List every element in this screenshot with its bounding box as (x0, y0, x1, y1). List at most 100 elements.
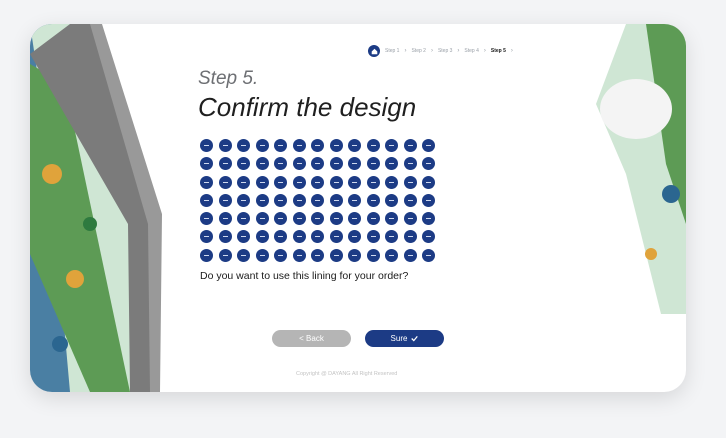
lining-swatch[interactable] (348, 139, 361, 152)
lining-swatch[interactable] (348, 175, 361, 189)
lining-swatch[interactable] (200, 193, 213, 207)
lining-swatch[interactable] (348, 248, 361, 262)
lining-swatch[interactable] (366, 139, 380, 152)
lining-swatch[interactable] (237, 230, 250, 244)
lining-swatch[interactable] (329, 193, 343, 207)
lining-swatch[interactable] (366, 175, 380, 189)
lining-swatch[interactable] (348, 230, 361, 244)
stepper-step-1: Step 1 (385, 48, 400, 54)
lining-swatch[interactable] (255, 212, 269, 226)
lining-swatch[interactable] (200, 139, 213, 152)
chevron-right-icon: › (483, 48, 486, 54)
lining-swatch[interactable] (274, 248, 287, 262)
lining-swatch[interactable] (403, 212, 417, 226)
lining-swatch[interactable] (218, 193, 232, 207)
lining-swatch[interactable] (403, 175, 417, 189)
lining-swatch[interactable] (366, 212, 380, 226)
lining-swatch[interactable] (311, 193, 324, 207)
lining-swatch[interactable] (311, 139, 324, 152)
lining-swatch[interactable] (292, 212, 306, 226)
sure-button[interactable]: Sure (365, 330, 444, 347)
lining-swatch[interactable] (422, 212, 435, 226)
lining-swatch[interactable] (385, 212, 398, 226)
home-icon[interactable] (368, 45, 380, 57)
lining-swatch[interactable] (348, 212, 361, 226)
lining-swatch[interactable] (218, 212, 232, 226)
lining-swatch[interactable] (366, 230, 380, 244)
step-progress: Step 1 › Step 2 › Step 3 › Step 4 › Step… (368, 44, 513, 58)
lining-swatch[interactable] (292, 248, 306, 262)
lining-swatch[interactable] (366, 248, 380, 262)
lining-swatch[interactable] (237, 193, 250, 207)
lining-swatch[interactable] (329, 157, 343, 171)
lining-swatch[interactable] (292, 193, 306, 207)
lining-swatch[interactable] (385, 230, 398, 244)
lining-swatch[interactable] (403, 230, 417, 244)
lining-swatch[interactable] (292, 139, 306, 152)
lining-swatch[interactable] (200, 212, 213, 226)
lining-swatch[interactable] (292, 175, 306, 189)
lining-swatch[interactable] (237, 212, 250, 226)
lining-swatch[interactable] (403, 248, 417, 262)
lining-swatch[interactable] (348, 157, 361, 171)
lining-swatch[interactable] (385, 157, 398, 171)
lining-swatch[interactable] (329, 212, 343, 226)
lining-swatch[interactable] (329, 248, 343, 262)
lining-swatch[interactable] (311, 212, 324, 226)
lining-swatch[interactable] (255, 230, 269, 244)
lining-swatch[interactable] (237, 175, 250, 189)
lining-swatch[interactable] (422, 248, 435, 262)
lining-swatch[interactable] (366, 157, 380, 171)
lining-swatch[interactable] (237, 139, 250, 152)
lining-swatch[interactable] (218, 175, 232, 189)
lining-swatch[interactable] (385, 175, 398, 189)
lining-swatch[interactable] (274, 193, 287, 207)
back-button[interactable]: < Back (272, 330, 351, 347)
lining-swatch[interactable] (311, 175, 324, 189)
lining-swatch[interactable] (255, 193, 269, 207)
lining-swatch[interactable] (366, 193, 380, 207)
page-title: Confirm the design (198, 92, 417, 122)
lining-swatch[interactable] (422, 193, 435, 207)
lining-swatch[interactable] (218, 139, 232, 152)
lining-swatch[interactable] (385, 139, 398, 152)
lining-swatch[interactable] (237, 157, 250, 171)
lining-question: Do you want to use this lining for your … (200, 270, 409, 282)
lining-swatch[interactable] (292, 230, 306, 244)
lining-swatch[interactable] (200, 157, 213, 171)
lining-swatch[interactable] (348, 193, 361, 207)
lining-swatch[interactable] (422, 230, 435, 244)
lining-swatch[interactable] (403, 139, 417, 152)
lining-swatch[interactable] (200, 248, 213, 262)
lining-swatch[interactable] (311, 157, 324, 171)
lining-swatch[interactable] (274, 157, 287, 171)
lining-swatch[interactable] (329, 175, 343, 189)
lining-swatch[interactable] (274, 175, 287, 189)
lining-swatch[interactable] (200, 175, 213, 189)
lining-swatch[interactable] (385, 248, 398, 262)
lining-swatch[interactable] (329, 139, 343, 152)
lining-swatch[interactable] (274, 230, 287, 244)
lining-swatch[interactable] (218, 248, 232, 262)
lining-swatch[interactable] (403, 193, 417, 207)
lining-swatch[interactable] (422, 175, 435, 189)
lining-swatch[interactable] (237, 248, 250, 262)
lining-swatch[interactable] (403, 157, 417, 171)
lining-swatch[interactable] (218, 157, 232, 171)
lining-swatch[interactable] (422, 139, 435, 152)
lining-swatch[interactable] (311, 248, 324, 262)
stepper-step-4: Step 4 (464, 48, 479, 54)
lining-swatch[interactable] (274, 212, 287, 226)
lining-swatch[interactable] (422, 157, 435, 171)
lining-swatch[interactable] (255, 157, 269, 171)
lining-swatch[interactable] (255, 139, 269, 152)
lining-swatch[interactable] (255, 175, 269, 189)
lining-swatch[interactable] (200, 230, 213, 244)
lining-swatch[interactable] (255, 248, 269, 262)
lining-swatch[interactable] (274, 139, 287, 152)
lining-swatch[interactable] (329, 230, 343, 244)
lining-swatch[interactable] (311, 230, 324, 244)
lining-swatch[interactable] (218, 230, 232, 244)
lining-swatch[interactable] (385, 193, 398, 207)
lining-swatch[interactable] (292, 157, 306, 171)
